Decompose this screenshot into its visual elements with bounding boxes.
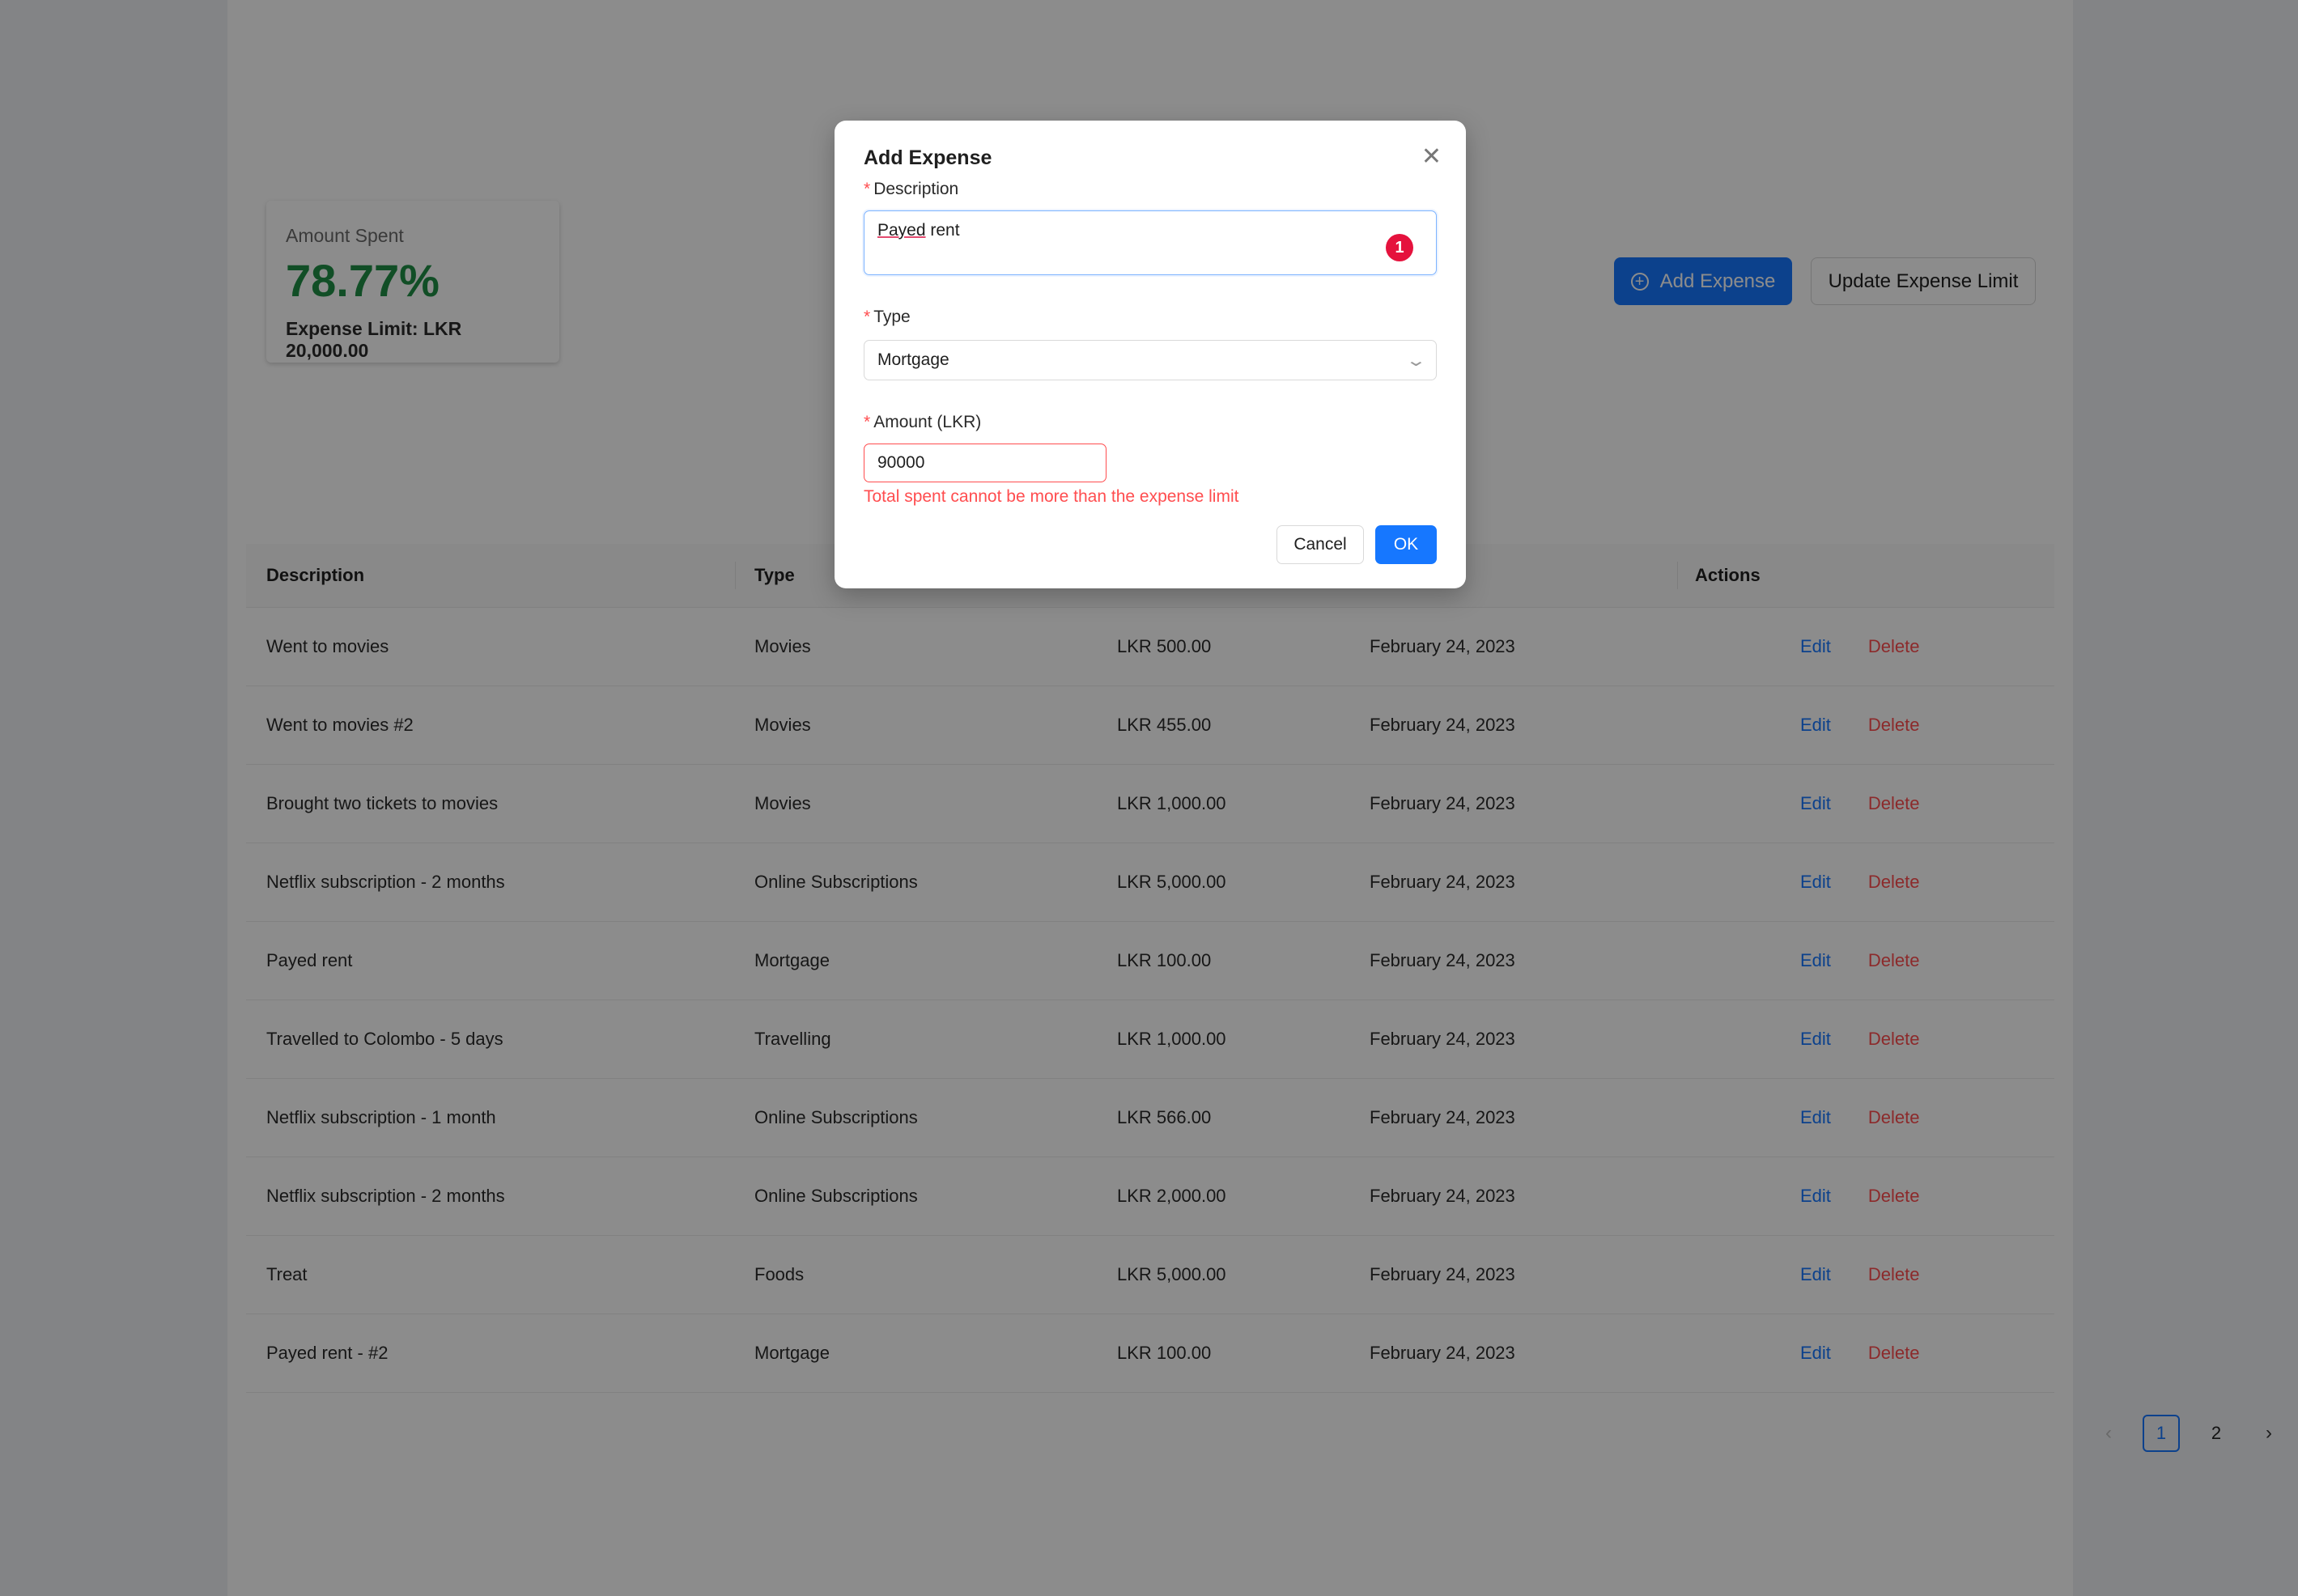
add-expense-modal: Add Expense ✕ * Description Payed rent 1 … [835, 121, 1466, 588]
amount-input[interactable]: 90000 [864, 444, 1107, 482]
required-mark: * [864, 413, 871, 431]
modal-title: Add Expense [864, 146, 992, 169]
ok-button[interactable]: OK [1375, 525, 1437, 564]
close-icon[interactable]: ✕ [1421, 145, 1442, 169]
modal-footer: Cancel OK [1276, 525, 1437, 564]
type-selected-value: Mortgage [877, 350, 949, 369]
type-label: * Type [864, 308, 911, 326]
required-mark: * [864, 180, 871, 198]
description-text: rent [925, 221, 960, 240]
description-textarea[interactable]: Payed rent 1 [864, 210, 1437, 275]
required-mark: * [864, 308, 871, 326]
notification-badge: 1 [1386, 234, 1413, 261]
amount-label: * Amount (LKR) [864, 413, 982, 431]
description-label: * Description [864, 180, 959, 198]
type-select[interactable]: Mortgage ⌄ [864, 340, 1437, 380]
cancel-button[interactable]: Cancel [1276, 525, 1364, 564]
amount-value: 90000 [877, 453, 925, 472]
chevron-down-icon: ⌄ [1405, 351, 1428, 370]
description-text-misspelled: Payed [877, 221, 926, 240]
amount-error-message: Total spent cannot be more than the expe… [864, 487, 1239, 506]
